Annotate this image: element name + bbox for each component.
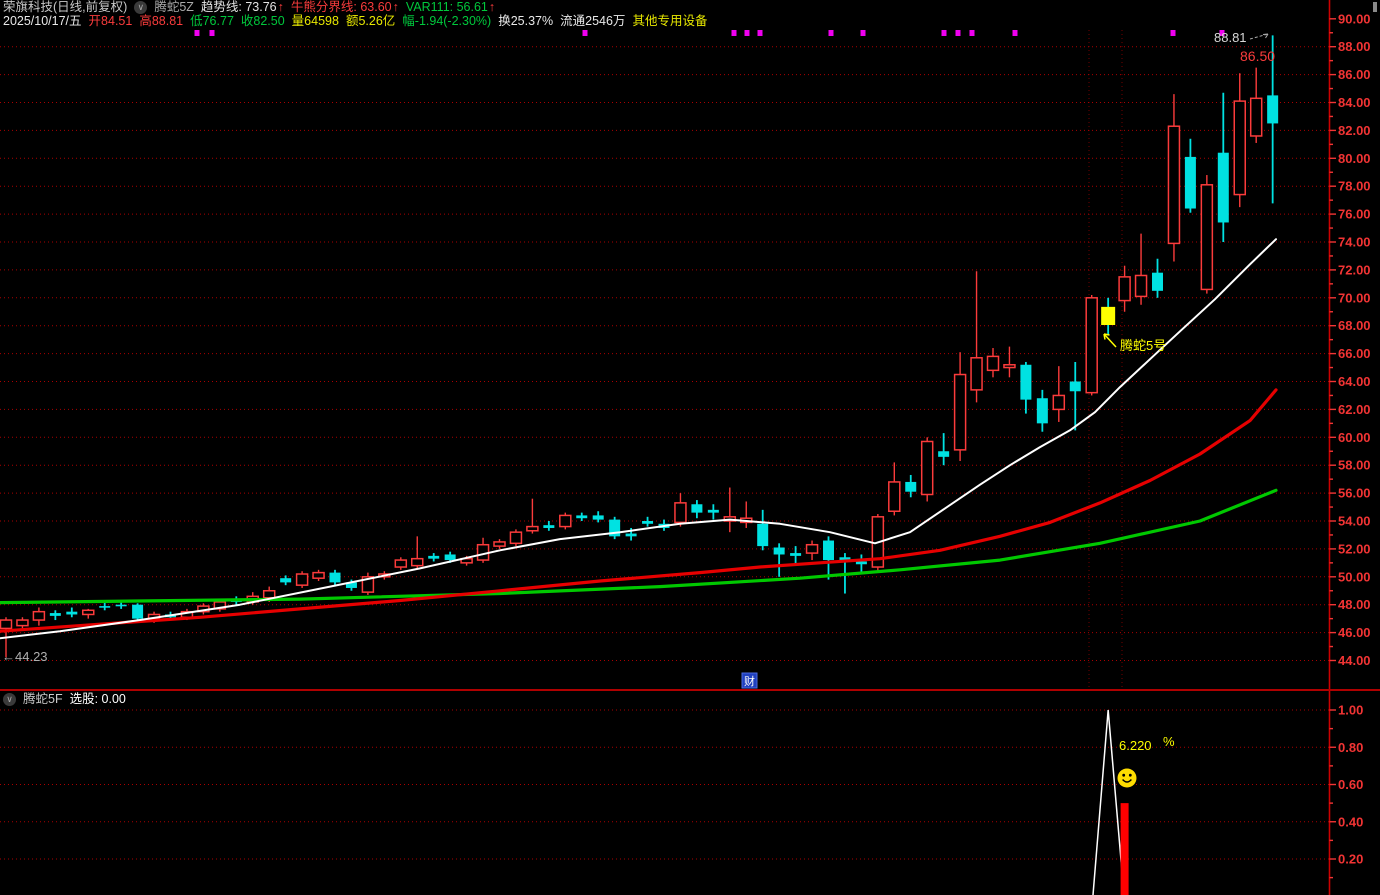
sub-value-label: 6.220 — [1119, 738, 1152, 753]
amount-field: 额5.26亿 — [346, 14, 395, 28]
volume-field: 量64598 — [292, 14, 339, 28]
stock-title: 荣旗科技(日线,前复权) — [3, 0, 127, 14]
stock-chart-window: { "header": { "row1": [ {"text":"荣旗科技(日线… — [0, 0, 1380, 895]
pink-signal-dot — [970, 30, 975, 36]
svg-text:84.00: 84.00 — [1338, 95, 1371, 110]
pink-signal-dot — [195, 30, 200, 36]
scrollbar-grip[interactable] — [1373, 2, 1377, 12]
sub-pct-label: % — [1163, 734, 1175, 749]
pink-signal-dot — [861, 30, 866, 36]
pink-signal-dot — [732, 30, 737, 36]
up-arrow: ↑ — [393, 0, 399, 14]
high-label: 88.81 — [1214, 30, 1247, 45]
svg-text:70.00: 70.00 — [1338, 290, 1371, 305]
svg-text:76.00: 76.00 — [1338, 207, 1371, 222]
svg-text:58.00: 58.00 — [1338, 458, 1371, 473]
annotations: 88.81 86.50 ←44.23 腾蛇5号财 — [2, 30, 1275, 688]
svg-text:66.00: 66.00 — [1338, 346, 1371, 361]
turnover-field: 换25.37% — [498, 14, 553, 28]
industry-field: 其他专用设备 — [632, 14, 707, 28]
sub-indicator-name: 腾蛇5F — [23, 692, 63, 706]
svg-text:74.00: 74.00 — [1338, 235, 1371, 250]
pink-signal-dot — [583, 30, 588, 36]
open-field: 开84.51 — [89, 14, 133, 28]
svg-text:财: 财 — [744, 674, 755, 688]
svg-text:80.00: 80.00 — [1338, 151, 1371, 166]
low-field: 低76.77 — [190, 14, 234, 28]
change-field: 幅-1.94(-2.30%) — [402, 14, 491, 28]
svg-text:78.00: 78.00 — [1338, 179, 1371, 194]
svg-text:0.60: 0.60 — [1338, 777, 1363, 792]
date-field: 2025/10/17/五 — [3, 14, 82, 28]
sub-panel: 6.220% — [0, 710, 1329, 895]
indicator-name: 腾蛇5Z — [154, 0, 194, 14]
svg-text:60.00: 60.00 — [1338, 430, 1371, 445]
sub-indicator-value: 选股: 0.00 — [70, 692, 126, 706]
svg-text:52.00: 52.00 — [1338, 541, 1371, 556]
signal-arrow-icon — [1104, 334, 1116, 347]
low-label: ←44.23 — [2, 649, 48, 664]
pink-signal-dot — [942, 30, 947, 36]
ma-line-牛熊分界线 — [0, 390, 1276, 631]
trend-line-value: 趋势线: 73.76 — [201, 0, 277, 14]
svg-text:0.20: 0.20 — [1338, 852, 1363, 867]
pink-signal-dot — [1013, 30, 1018, 36]
up-arrow: ↑ — [489, 0, 495, 14]
svg-text:88.00: 88.00 — [1338, 39, 1371, 54]
high-field: 高88.81 — [139, 14, 183, 28]
svg-text:86.00: 86.00 — [1338, 67, 1371, 82]
smiley-icon — [1118, 769, 1137, 788]
prev-high-label: 86.50 — [1240, 48, 1275, 64]
svg-text:1.00: 1.00 — [1338, 703, 1363, 718]
var111-value: VAR111: 56.61 — [406, 0, 488, 14]
indicator-dropdown-chevron-down-icon[interactable]: ∨ — [134, 1, 147, 14]
svg-text:44.00: 44.00 — [1338, 653, 1371, 668]
pink-signal-dot — [210, 30, 215, 36]
svg-text:46.00: 46.00 — [1338, 625, 1371, 640]
svg-text:64.00: 64.00 — [1338, 374, 1371, 389]
pink-signal-dot — [829, 30, 834, 36]
bull-bear-line-value: 牛熊分界线: 63.60 — [291, 0, 392, 14]
signal-label: 腾蛇5号 — [1120, 338, 1166, 353]
svg-text:56.00: 56.00 — [1338, 486, 1371, 501]
pink-signal-dot — [758, 30, 763, 36]
float-shares-field: 流通2546万 — [560, 14, 625, 28]
svg-text:0.40: 0.40 — [1338, 814, 1363, 829]
ma-line-VAR111 — [0, 490, 1276, 602]
ma-lines — [0, 239, 1276, 638]
pink-signal-dot — [745, 30, 750, 36]
chevron-down-icon[interactable]: ∨ — [3, 693, 16, 706]
svg-text:62.00: 62.00 — [1338, 402, 1371, 417]
svg-text:82.00: 82.00 — [1338, 123, 1371, 138]
svg-text:90.00: 90.00 — [1338, 11, 1371, 26]
pink-signal-dot — [956, 30, 961, 36]
quote-bar: 2025/10/17/五开84.51 高88.81 低76.77 收82.50 量645… — [3, 14, 714, 28]
svg-text:0.80: 0.80 — [1338, 740, 1363, 755]
svg-text:50.00: 50.00 — [1338, 569, 1371, 584]
sub-red-bar — [1121, 803, 1129, 895]
svg-text:54.00: 54.00 — [1338, 514, 1371, 529]
yellow-signal-marker — [1101, 307, 1115, 325]
close-field: 收82.50 — [241, 14, 285, 28]
candles — [1, 35, 1279, 657]
gridlines — [0, 30, 1329, 688]
up-arrow: ↑ — [278, 0, 284, 14]
svg-text:68.00: 68.00 — [1338, 318, 1371, 333]
sub-panel-header: ∨ 腾蛇5F 选股: 0.00 — [3, 692, 126, 706]
chart-canvas[interactable]: 6.220% 44.00 46.00 48.00 50.00 52.00 54.00 56.0… — [0, 0, 1380, 895]
pink-signal-dot — [1171, 30, 1176, 36]
svg-text:48.00: 48.00 — [1338, 597, 1371, 612]
svg-text:72.00: 72.00 — [1338, 262, 1371, 277]
title-bar: 荣旗科技(日线,前复权)∨腾蛇5Z趋势线: 73.76↑牛熊分界线: 63.60… — [3, 0, 502, 14]
